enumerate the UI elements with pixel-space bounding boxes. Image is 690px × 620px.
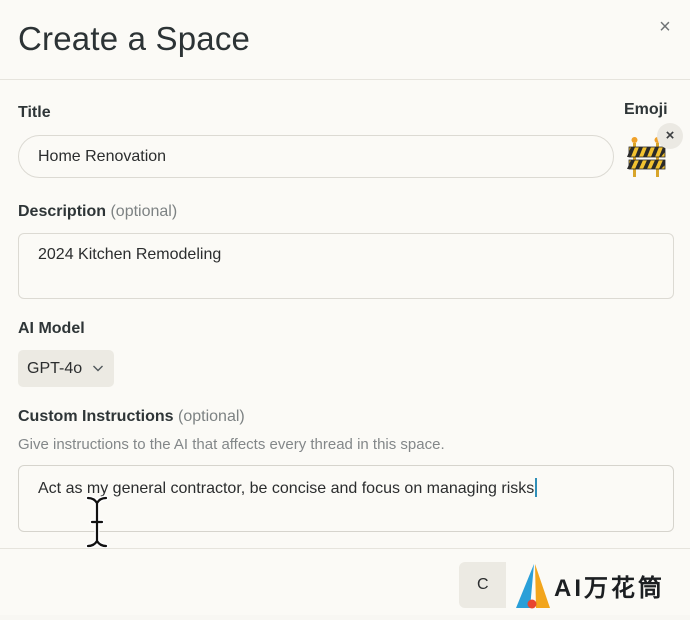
text-caret	[535, 478, 537, 497]
custom-instructions-help: Give instructions to the AI that affects…	[18, 436, 445, 453]
ai-model-label: AI Model	[18, 320, 85, 337]
emoji-label: Emoji	[624, 101, 668, 118]
dialog-title: Create a Space	[18, 20, 251, 57]
watermark-text: AI万花筒	[554, 574, 665, 602]
dialog-header: Create a Space ×	[0, 0, 690, 80]
custom-instructions-value: Act as my general contractor, be concise…	[38, 480, 535, 497]
ibeam-cursor-icon	[85, 495, 109, 549]
close-icon[interactable]: ×	[654, 16, 676, 38]
custom-instructions-textarea[interactable]: Act as my general contractor, be concise…	[18, 465, 674, 532]
ai-model-value: GPT-4o	[27, 360, 83, 377]
custom-instructions-optional-text: (optional)	[178, 408, 245, 425]
description-label-text: Description	[18, 203, 107, 220]
custom-instructions-label: Custom Instructions (optional)	[18, 408, 245, 426]
title-input[interactable]: Home Renovation	[18, 135, 614, 178]
ai-model-select[interactable]: GPT-4o	[18, 350, 114, 387]
create-space-dialog: Create a Space × Title Emoji Home Renova…	[0, 0, 690, 615]
chevron-down-icon	[92, 350, 104, 402]
custom-instructions-label-text: Custom Instructions	[18, 408, 174, 425]
description-optional-text: (optional)	[110, 203, 178, 220]
watermark-logo: AI万花筒	[506, 560, 690, 615]
watermark-logo-icon: AI万花筒	[516, 564, 665, 609]
title-label: Title	[18, 104, 51, 121]
description-label: Description (optional)	[18, 203, 177, 221]
remove-emoji-icon[interactable]: ×	[657, 123, 683, 149]
description-textarea[interactable]: 2024 Kitchen Remodeling	[18, 233, 674, 299]
